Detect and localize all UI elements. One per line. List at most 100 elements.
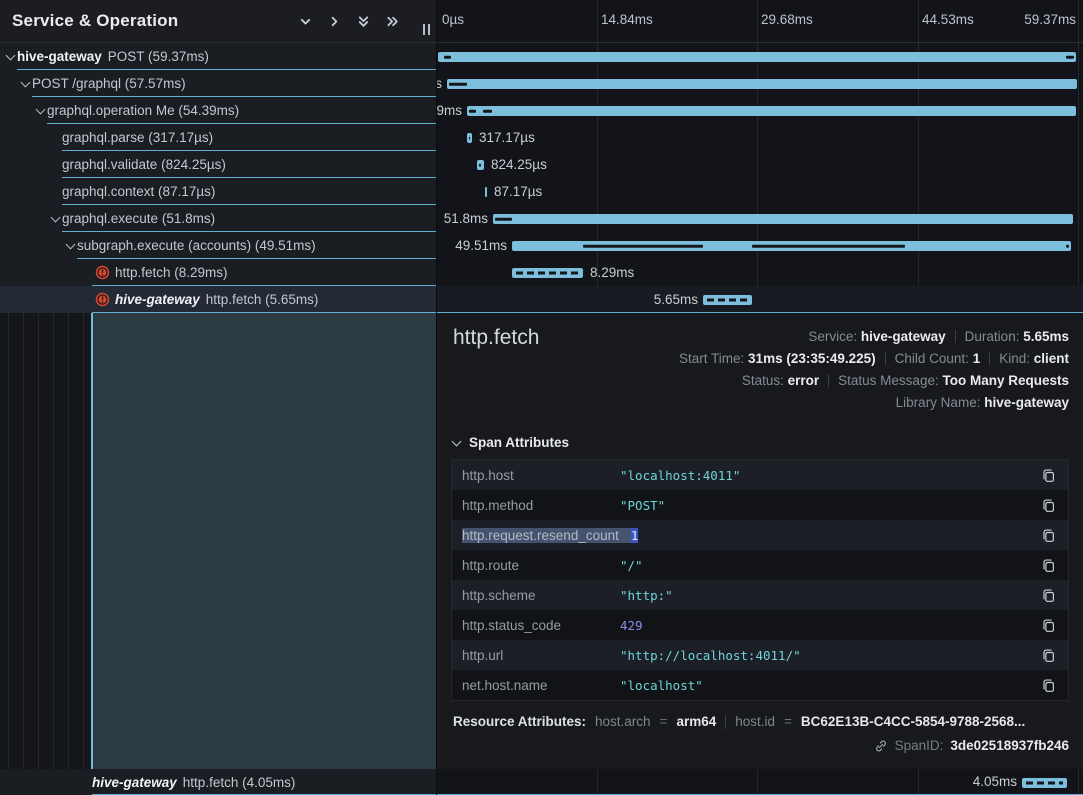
chevron-down-icon[interactable] <box>297 13 313 29</box>
duration-label: 824.25µs <box>491 151 547 178</box>
panel-resize-handle[interactable] <box>423 24 430 35</box>
bar-gap-segment <box>483 110 492 113</box>
bar-gap-segment <box>469 137 470 140</box>
chevron-down-icon[interactable] <box>49 217 62 221</box>
resource-key: host.arch <box>595 714 651 729</box>
meta-separator <box>885 352 886 365</box>
timeline-panel: 0µs14.84ms29.68ms44.53ms59.37ms 57.57ms5… <box>437 0 1083 795</box>
span-name-duration: POST /graphql (57.57ms) <box>32 76 186 91</box>
span-bar[interactable] <box>512 268 583 278</box>
expanded-span-region <box>0 313 436 769</box>
span-bar[interactable] <box>485 187 487 197</box>
span-tree-row[interactable]: graphql.parse (317.17µs) <box>0 124 436 151</box>
bar-gap-segment <box>1066 245 1069 248</box>
timeline-lanes: 57.57ms54.39ms317.17µs824.25µs87.17µs51.… <box>437 43 1083 313</box>
span-tree-row[interactable]: POST /graphql (57.57ms) <box>0 70 436 97</box>
span-tree-row[interactable]: graphql.execute (51.8ms) <box>0 205 436 232</box>
span-tree-row[interactable]: graphql.validate (824.25µs) <box>0 151 436 178</box>
tree-indent-guide <box>68 313 69 769</box>
double-chevron-down-icon[interactable] <box>355 13 371 29</box>
equals-sign: = <box>660 714 668 729</box>
attribute-key: http.url <box>462 648 620 663</box>
span-name-duration: POST (59.37ms) <box>108 49 209 64</box>
span-tree-row[interactable]: hive-gatewayhttp.fetch (5.65ms) <box>0 286 436 313</box>
resource-attributes-title: Resource Attributes: <box>453 714 586 729</box>
duration-label: 5.65ms <box>654 286 698 313</box>
span-tree-row[interactable]: http.fetch (8.29ms) <box>0 259 436 286</box>
span-tree-row[interactable]: graphql.context (87.17µs) <box>0 178 436 205</box>
bar-gap-segment <box>1066 56 1074 59</box>
bar-dash-pattern <box>516 272 579 275</box>
resource-attributes-row[interactable]: Resource Attributes: host.arch=arm64host… <box>453 714 1069 729</box>
span-bar[interactable] <box>477 160 484 170</box>
span-tree-row[interactable]: graphql.operation Me (54.39ms) <box>0 97 436 124</box>
bar-gap-segment <box>444 56 451 59</box>
duration-label: 49.51ms <box>455 232 507 259</box>
span-bar[interactable] <box>493 214 1073 224</box>
span-tree-row[interactable]: hive-gatewayhttp.fetch (4.05ms) <box>0 769 436 795</box>
chevron-down-icon[interactable] <box>64 244 77 248</box>
meta-label: Status: <box>742 373 788 388</box>
duration-label: 8.29ms <box>590 259 634 286</box>
axis-tick: 44.53ms <box>922 12 974 27</box>
timeline-lane: 8.29ms <box>437 259 1083 286</box>
span-tree-row[interactable]: hive-gatewayPOST (59.37ms) <box>0 43 436 70</box>
timeline-lane: 54.39ms <box>437 97 1083 124</box>
double-chevron-right-icon[interactable] <box>384 13 400 29</box>
timeline-lane: 5.65ms <box>437 286 1083 313</box>
duration-label: 51.8ms <box>444 205 488 232</box>
span-attributes-title: Span Attributes <box>469 435 569 450</box>
attribute-value: "/" <box>620 558 643 573</box>
tree-indent-guide <box>8 313 9 769</box>
attribute-value: 1 <box>631 528 639 543</box>
duration-label: 317.17µs <box>479 124 535 151</box>
resource-separator <box>725 715 726 729</box>
span-name-duration: graphql.context (87.17µs) <box>62 184 215 199</box>
chevron-down-icon <box>452 436 462 446</box>
span-tree-panel: Service & Operation hive-gatewayPOST (59… <box>0 0 437 795</box>
tree-indent-guide <box>53 313 54 769</box>
span-name-duration: http.fetch (4.05ms) <box>183 775 296 790</box>
attribute-value: "http:" <box>620 588 673 603</box>
meta-label: Start Time: <box>679 351 748 366</box>
bar-gap-segment <box>495 218 512 221</box>
attribute-key: net.host.name <box>462 678 620 693</box>
attribute-key: http.host <box>462 468 620 483</box>
span-bar[interactable] <box>703 295 752 305</box>
chevron-down-icon[interactable] <box>19 82 32 86</box>
bar-gap-segment <box>449 83 467 86</box>
bar-gap-segment <box>479 164 481 167</box>
span-bar[interactable] <box>467 106 1076 116</box>
error-icon <box>95 292 110 307</box>
attribute-key: http.status_code <box>462 618 620 633</box>
span-bar[interactable] <box>467 133 472 143</box>
axis-tick: 59.37ms <box>1024 12 1076 27</box>
meta-separator <box>955 330 956 343</box>
span-bar[interactable] <box>438 52 1076 62</box>
meta-label: Service: <box>808 329 861 344</box>
timeline-lane: 49.51ms <box>437 232 1083 259</box>
chevron-down-icon[interactable] <box>34 109 47 113</box>
span-details-panel: http.fetch Service: hive-gatewayDuration… <box>437 313 1083 769</box>
meta-label: Child Count: <box>895 351 973 366</box>
timeline-lane: 87.17µs <box>437 178 1083 205</box>
span-name-duration: graphql.operation Me (54.39ms) <box>47 103 239 118</box>
attribute-value: "localhost" <box>620 678 703 693</box>
chevron-right-icon[interactable] <box>326 13 342 29</box>
meta-value: error <box>788 373 820 388</box>
attribute-value: 429 <box>620 618 643 633</box>
meta-value: 1 <box>973 351 981 366</box>
axis-tick: 14.84ms <box>601 12 653 27</box>
axis-tick: 29.68ms <box>761 12 813 27</box>
selected-span-subtree-area <box>91 313 436 769</box>
meta-separator <box>828 374 829 387</box>
duration-label: 57.57ms <box>437 70 442 97</box>
span-bar[interactable] <box>512 241 1071 251</box>
axis-tick: 0µs <box>442 12 464 27</box>
tree-toolbar <box>297 13 400 29</box>
timeline-lane <box>437 43 1083 70</box>
chevron-down-icon[interactable] <box>4 55 17 59</box>
bar-gap-segment <box>469 110 476 113</box>
span-tree-row[interactable]: subgraph.execute (accounts) (49.51ms) <box>0 232 436 259</box>
span-bar[interactable] <box>447 79 1077 89</box>
